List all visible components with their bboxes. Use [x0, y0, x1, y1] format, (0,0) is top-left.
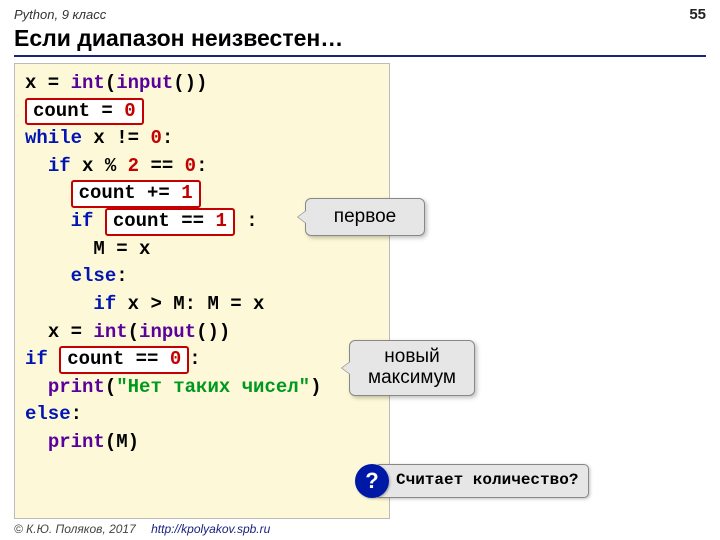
code-line: else:	[25, 263, 379, 291]
code-line: if x % 2 == 0:	[25, 153, 379, 181]
callout-new-max: новый максимум	[349, 340, 475, 396]
code-line: if count == 0:	[25, 346, 379, 374]
highlight-count-init: count = 0	[25, 98, 144, 126]
page-number: 55	[689, 6, 706, 23]
code-line: x = int(input())	[25, 319, 379, 347]
question-text: Считает количество?	[375, 464, 589, 497]
question-badge: ? Считает количество?	[355, 464, 615, 498]
slide-header: Python, 9 класс 55	[0, 0, 720, 25]
footer-link: http://kpolyakov.spb.ru	[151, 522, 270, 536]
code-line: if x > M: M = x	[25, 291, 379, 319]
title-rule	[14, 55, 706, 57]
code-line: M = x	[25, 236, 379, 264]
callout-first: первое	[305, 198, 425, 236]
subject-label: Python, 9 класс	[14, 7, 106, 22]
callout-label: новый	[384, 347, 439, 368]
code-line: count = 0	[25, 98, 379, 126]
highlight-count-eq1: count == 1	[105, 208, 235, 236]
code-line: else:	[25, 401, 379, 429]
slide-footer: © К.Ю. Поляков, 2017 http://kpolyakov.sp…	[14, 522, 270, 536]
code-line: print(M)	[25, 429, 379, 457]
highlight-count-eq0: count == 0	[59, 346, 189, 374]
question-mark-icon: ?	[355, 464, 389, 498]
code-line: print("Нет таких чисел")	[25, 374, 379, 402]
code-block: x = int(input()) count = 0 while x != 0:…	[14, 63, 390, 519]
slide-title: Если диапазон неизвестен…	[0, 25, 720, 55]
callout-label: первое	[334, 203, 396, 231]
code-line: while x != 0:	[25, 125, 379, 153]
code-line: x = int(input())	[25, 70, 379, 98]
highlight-count-inc: count += 1	[71, 180, 201, 208]
copyright-label: © К.Ю. Поляков, 2017	[14, 522, 136, 536]
callout-label: максимум	[368, 368, 456, 389]
